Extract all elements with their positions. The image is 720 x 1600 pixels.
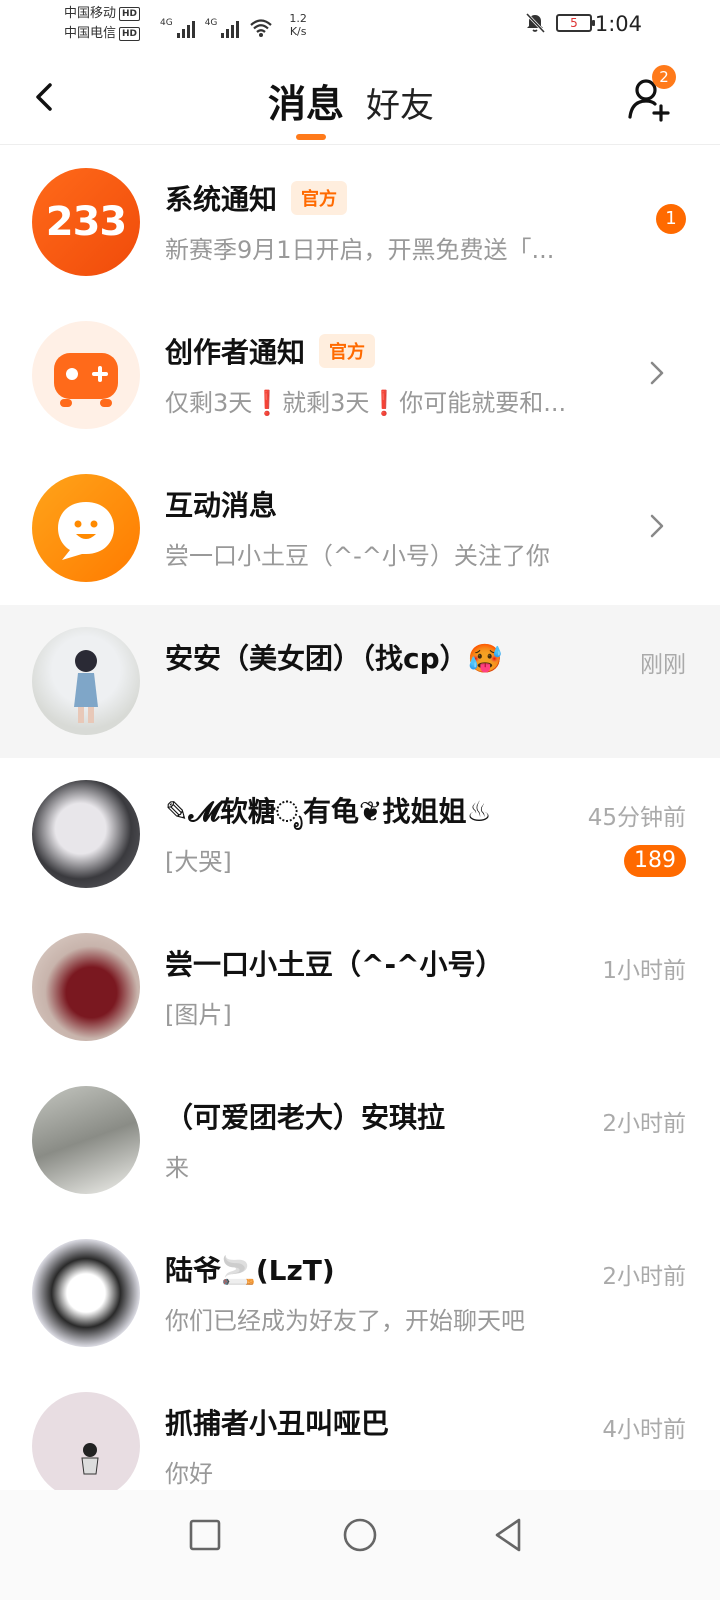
message-preview: 仅剩3天❗就剩3天❗你可能就要和...: [165, 389, 567, 417]
timestamp: 1小时前: [602, 958, 686, 984]
status-bar: 中国移动 HD 中国电信 HD 4G 4G 1.2 K/s 5 1:04: [0, 0, 720, 50]
carrier-1: 中国移动: [64, 6, 117, 21]
timestamp: 2小时前: [602, 1264, 686, 1290]
clock: 1:04: [594, 12, 642, 36]
contact-name: 安安（美女团）（找cp）🥵: [165, 642, 503, 675]
avatar: [32, 933, 140, 1041]
hd-badge: HD: [119, 7, 141, 21]
mute-bell-icon: [525, 12, 546, 34]
back-triangle-icon[interactable]: [485, 1510, 535, 1560]
contact-name: 抓捕者小丑叫哑巴: [165, 1407, 390, 1440]
back-arrow-icon[interactable]: [30, 77, 60, 117]
recents-square-icon[interactable]: [180, 1510, 230, 1560]
contact-name: 创作者通知: [165, 336, 306, 369]
official-tag: 官方: [291, 181, 348, 215]
contact-name: ✎𝓜软糖ೃ有龟❦找姐姐♨: [165, 795, 492, 828]
contact-name: 系统通知: [165, 183, 278, 216]
home-circle-icon[interactable]: [335, 1510, 385, 1560]
list-item-interactions[interactable]: 互动消息 尝一口小土豆（^-^小号）关注了你: [0, 452, 720, 605]
chevron-right-icon: [650, 361, 664, 385]
top-nav: 消息 好友 2: [0, 55, 720, 145]
smile-bubble-icon: [58, 502, 114, 560]
wifi-icon: [250, 19, 273, 37]
tab-bar: 消息 好友: [268, 73, 434, 128]
message-list: 233 系统通知 官方 新赛季9月1日开启，开黑免费送「... 1 创作者通知 …: [0, 146, 720, 1523]
unread-badge: 1: [656, 204, 686, 234]
message-preview: 尝一口小土豆（^-^小号）关注了你: [165, 542, 550, 570]
official-tag: 官方: [319, 334, 376, 368]
timestamp: 45分钟前: [587, 805, 686, 831]
message-preview: [大哭]: [165, 848, 232, 876]
system-nav-bar: [0, 1490, 720, 1600]
carrier-info: 中国移动 HD 中国电信 HD: [64, 4, 141, 44]
message-preview: 来: [165, 1154, 189, 1182]
list-item-chat[interactable]: ✎𝓜软糖ೃ有龟❦找姐姐♨ [大哭] 45分钟前 189: [0, 758, 720, 911]
hd-badge: HD: [119, 27, 141, 41]
friend-request-badge: 2: [652, 65, 676, 89]
battery-icon: 5: [556, 14, 595, 32]
tab-messages[interactable]: 消息: [268, 73, 344, 128]
avatar: [32, 1086, 140, 1194]
list-item-creator-notice[interactable]: 创作者通知 官方 仅剩3天❗就剩3天❗你可能就要和...: [0, 299, 720, 452]
tab-friends[interactable]: 好友: [366, 78, 434, 127]
avatar: [32, 1239, 140, 1347]
message-preview: 你好: [165, 1460, 213, 1488]
timestamp: 2小时前: [602, 1111, 686, 1137]
contact-name: 陆爷🚬(LzT): [165, 1254, 335, 1287]
timestamp: 4小时前: [602, 1417, 686, 1443]
list-item-chat[interactable]: 尝一口小土豆（^-^小号） [图片] 1小时前: [0, 911, 720, 1064]
network-speed: 1.2 K/s: [289, 12, 307, 38]
active-tab-indicator: [296, 134, 326, 140]
contact-name: （可爱团老大）安琪拉: [165, 1101, 446, 1134]
signal-icon: 4G: [205, 18, 240, 38]
avatar: [32, 627, 140, 735]
unread-badge: 189: [624, 845, 686, 877]
avatar: [32, 474, 140, 582]
list-item-chat[interactable]: 安安（美女团）（找cp）🥵 刚刚: [0, 605, 720, 758]
message-preview: [图片]: [165, 1001, 232, 1029]
contact-name: 互动消息: [165, 489, 278, 522]
avatar: 233: [32, 168, 140, 276]
message-preview: 新赛季9月1日开启，开黑免费送「...: [165, 236, 555, 264]
contact-name: 尝一口小土豆（^-^小号）: [165, 948, 504, 981]
list-item-system-notice[interactable]: 233 系统通知 官方 新赛季9月1日开启，开黑免费送「... 1: [0, 146, 720, 299]
carrier-2: 中国电信: [64, 26, 117, 41]
list-item-chat[interactable]: （可爱团老大）安琪拉 来 2小时前: [0, 1064, 720, 1217]
signal-indicators: 4G 4G 1.2 K/s: [160, 12, 307, 38]
chevron-right-icon: [650, 514, 664, 538]
message-preview: 你们已经成为好友了，开始聊天吧: [165, 1307, 525, 1335]
status-right: 5: [524, 12, 595, 34]
timestamp: 刚刚: [640, 652, 686, 678]
avatar: [32, 321, 140, 429]
avatar: [32, 780, 140, 888]
avatar: [32, 1392, 140, 1500]
gamepad-icon: [54, 353, 118, 407]
signal-icon: 4G: [160, 18, 195, 38]
list-item-chat[interactable]: 陆爷🚬(LzT) 你们已经成为好友了，开始聊天吧 2小时前: [0, 1217, 720, 1370]
